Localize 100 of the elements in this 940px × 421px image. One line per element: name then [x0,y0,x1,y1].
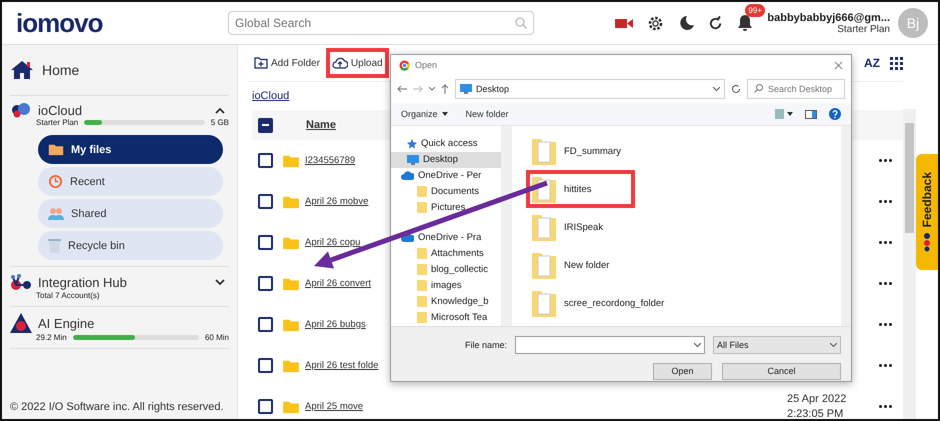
nav-item[interactable]: My files [38,135,223,164]
file-type-dropdown[interactable]: All Files [713,336,841,354]
row-checkbox[interactable] [258,317,273,332]
up-arrow-icon[interactable] [441,84,449,94]
folder-name-link[interactable]: April 25 move [305,401,364,412]
scrollbar[interactable] [841,126,851,326]
section-title[interactable]: ioCloud [38,102,82,118]
file-item[interactable]: FD_summary [526,132,666,170]
ai-engine-icon [10,313,32,333]
row-checkbox[interactable] [258,358,273,373]
section-subtitle: Total 7 Account(s) [36,291,100,300]
notification-badge: 99+ [745,4,765,17]
folder-icon [532,213,556,241]
video-camera-icon[interactable] [615,18,634,28]
sort-button[interactable]: AZ [864,56,880,70]
folder-name-link[interactable]: April 26 test folde [305,360,378,371]
folder-icon [282,154,300,168]
folder-icon [532,137,556,165]
tree-item[interactable]: Desktop [391,152,501,168]
refresh-icon[interactable] [708,16,724,30]
moon-icon[interactable] [678,15,694,31]
dialog-button[interactable]: Cancel [722,362,841,380]
tree-item[interactable]: Pictures [391,200,501,216]
section-title[interactable]: AI Engine [38,316,94,330]
tree-item[interactable]: Quick access [391,136,501,152]
breadcrumb-link[interactable]: ioCloud [252,90,290,102]
close-icon[interactable] [834,60,843,70]
toolbar-button[interactable]: Upload [326,48,389,78]
help-icon[interactable] [829,108,841,120]
view-options-icon[interactable] [775,109,793,119]
back-arrow-icon[interactable] [397,85,407,93]
nav-item[interactable]: Recent [38,167,223,196]
file-item[interactable]: IRISpeak [526,208,648,246]
scrollbar[interactable] [903,109,916,419]
recycle-bin-icon [48,238,61,253]
date-cell-text: 25 Apr 2022 2:23:05 PM [787,392,848,419]
bell-icon[interactable] [737,14,754,32]
people-icon [48,206,64,220]
chevron-icon[interactable] [215,106,225,114]
file-item[interactable]: hittites [526,170,636,208]
dialog-button[interactable]: Open [653,362,712,380]
toolbar-button[interactable]: Add Folder [248,48,326,78]
star-icon [407,138,417,149]
search-field[interactable]: Search Desktop [747,79,845,99]
user-email[interactable]: babbybabbyj666@gm... [767,12,890,24]
command-button[interactable]: Organize [401,109,448,119]
folder-icon [282,358,300,372]
folder-icon [417,248,427,260]
row-checkbox[interactable] [258,399,273,414]
column-header[interactable]: Name [306,119,336,131]
address-bar[interactable]: Desktop [455,79,725,99]
monitor-icon [460,84,472,94]
tree-item[interactable]: blog_collectic [391,262,501,278]
row-checkbox[interactable] [258,276,273,291]
folder-name-link[interactable]: April 26 bubgs [305,319,366,330]
logo[interactable]: iomovo [16,8,228,38]
nav-item[interactable]: Shared [38,199,223,228]
folder-name-link[interactable]: April 26 copu [305,237,360,248]
select-all-checkbox[interactable] [258,118,273,132]
tree-item[interactable]: Documents [391,184,501,200]
home-link[interactable]: Home [42,62,80,78]
section-subtitle: Starter Plan [36,118,78,127]
grid-view-icon[interactable] [890,56,903,70]
file-item[interactable]: scree_recordong_folder [526,284,708,322]
file-item[interactable]: New folder [526,246,654,284]
folder-name-link[interactable]: April 26 convert [305,278,372,289]
folder-icon [417,202,427,214]
caret-icon[interactable] [694,343,701,348]
row-checkbox[interactable] [258,194,273,209]
tree-item[interactable]: Microsoft Tea [391,310,501,326]
scrollbar[interactable] [502,126,512,326]
command-button[interactable]: New folder [466,109,509,119]
file-name-field[interactable] [515,336,705,354]
folder-icon [282,236,300,250]
refresh-icon[interactable] [731,84,741,94]
row-checkbox[interactable] [258,235,273,250]
caret-icon[interactable] [830,343,837,348]
row-checkbox[interactable] [258,153,273,168]
tree-item[interactable]: OneDrive - Pra [391,230,501,246]
feedback-tab[interactable]: Feedback [916,154,938,270]
search-field[interactable]: Global Search [228,11,534,35]
tree-item[interactable]: Attachments [391,246,501,262]
caret-icon[interactable] [713,87,720,91]
folder-icon [417,296,427,308]
nav-item[interactable]: Recycle bin [38,231,223,260]
file-name-label: File name: [464,340,507,350]
folder-icon [417,186,427,198]
chevron-icon[interactable] [215,278,225,286]
preview-pane-icon[interactable] [805,110,817,118]
monitor-icon [407,154,419,165]
caret-icon[interactable] [429,87,435,91]
section-title[interactable]: Integration Hub [38,274,127,290]
folder-name-link[interactable]: April 26 mobve [305,196,368,207]
hub-icon [10,273,32,291]
settings-icon[interactable] [647,14,664,32]
tree-item[interactable]: Knowledge_b [391,294,501,310]
folder-name-link[interactable]: I234556789 [305,155,356,166]
tree-item[interactable]: OneDrive - Per [391,168,501,184]
folder-icon [532,289,556,317]
tree-item[interactable]: images [391,278,501,294]
